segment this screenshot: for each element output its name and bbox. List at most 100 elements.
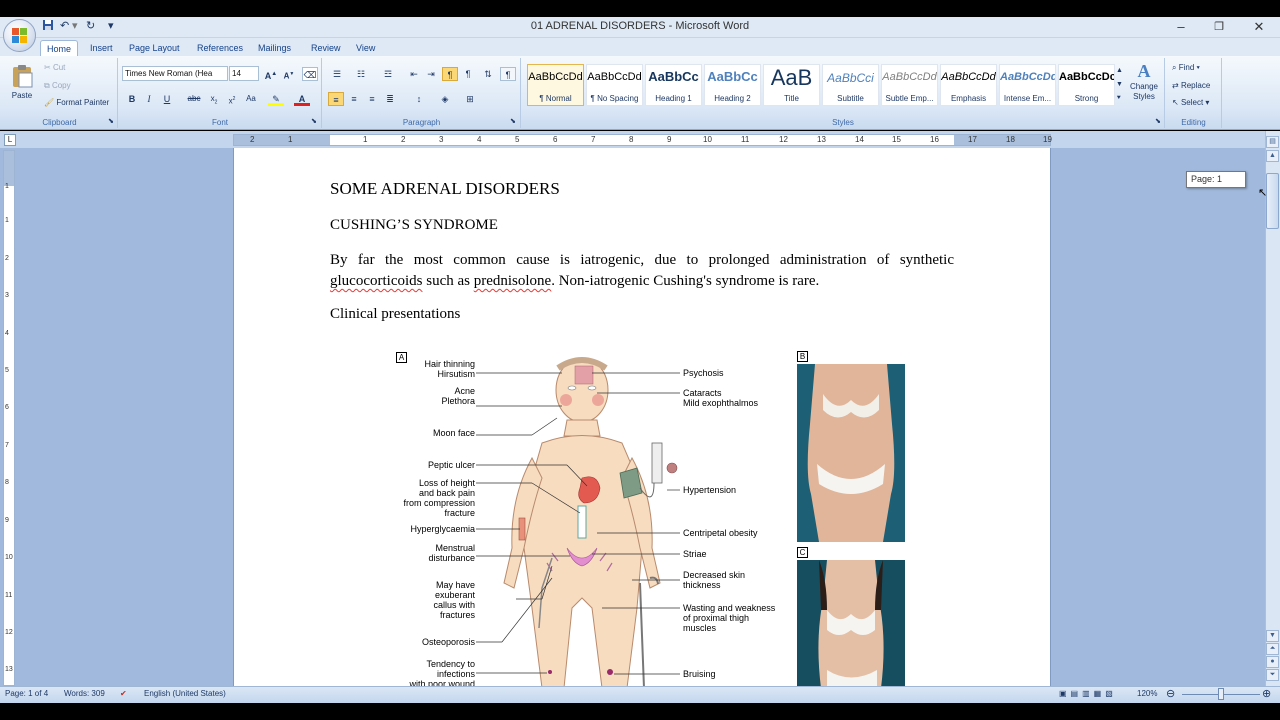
status-words[interactable]: Words: 309	[64, 689, 105, 698]
spelling-error[interactable]: glucocorticoids	[330, 273, 422, 289]
align-center-icon[interactable]: ≡	[346, 92, 362, 106]
style-no-spacing[interactable]: AaBbCcDd ¶ No Spacing	[586, 64, 643, 106]
numbering-icon[interactable]: ☷	[353, 67, 369, 81]
style-name: Heading 1	[655, 94, 692, 103]
justify-icon[interactable]: ≣	[382, 92, 398, 106]
scroll-down-button[interactable]: ▼	[1266, 630, 1279, 642]
italic-icon[interactable]: I	[141, 92, 157, 106]
paragraph-launcher-icon[interactable]: ⬊	[510, 117, 516, 125]
style-heading-1[interactable]: AaBbCc Heading 1	[645, 64, 702, 106]
change-case-icon[interactable]: Aa	[243, 92, 259, 106]
select-icon: ↖	[1172, 98, 1181, 107]
multilevel-list-icon[interactable]: ☲	[380, 67, 396, 81]
ruler-toggle-icon[interactable]: ▤	[1266, 136, 1279, 148]
minimize-button[interactable]: –	[1167, 18, 1195, 36]
select-button[interactable]: ↖ Select ▾	[1172, 98, 1209, 107]
tab-references[interactable]: References	[191, 40, 249, 56]
style-heading-2[interactable]: AaBbCc Heading 2	[704, 64, 761, 106]
tab-mailings[interactable]: Mailings	[252, 40, 297, 56]
cut-button[interactable]: ✂ Cut	[44, 63, 65, 72]
strikethrough-icon[interactable]: abc	[186, 92, 202, 106]
style-subtle-emphasis[interactable]: AaBbCcDd Subtle Emp...	[881, 64, 938, 106]
style-intense-emphasis[interactable]: AaBbCcDd Intense Em...	[999, 64, 1056, 106]
previous-page-button[interactable]: ⏶	[1266, 643, 1279, 655]
tab-review[interactable]: Review	[305, 40, 347, 56]
replace-button[interactable]: ⇄ Replace	[1172, 81, 1210, 90]
highlight-icon[interactable]: ✎	[268, 92, 284, 106]
line-spacing-icon[interactable]: ↕	[411, 92, 427, 106]
zoom-in-button[interactable]: ⊕	[1262, 687, 1271, 700]
label-bruising: Bruising	[683, 669, 716, 679]
change-styles-label: Change Styles	[1129, 82, 1159, 101]
office-button[interactable]	[3, 19, 36, 52]
font-launcher-icon[interactable]: ⬊	[311, 117, 317, 125]
style-subtitle[interactable]: AaBbCci Subtitle	[822, 64, 879, 106]
borders-icon[interactable]: ⊞	[462, 92, 478, 106]
zoom-level[interactable]: 120%	[1137, 689, 1157, 698]
find-button[interactable]: ⌕ Find ▾	[1172, 63, 1200, 73]
align-right-icon[interactable]: ≡	[364, 92, 380, 106]
cushing-figure[interactable]: A B C Hair thinning Hirsutism Acne Pleth…	[392, 348, 912, 689]
style-normal[interactable]: AaBbCcDd ¶ Normal	[527, 64, 584, 106]
browse-object-button[interactable]: ●	[1266, 656, 1279, 668]
tab-view[interactable]: View	[350, 40, 381, 56]
style-strong[interactable]: AaBbCcDc Strong	[1058, 64, 1115, 106]
label-loss-of-height: Loss of height and back pain from compress…	[396, 478, 475, 518]
zoom-slider-thumb[interactable]	[1218, 688, 1224, 700]
editing-group-label: Editing	[1181, 118, 1206, 127]
bullets-icon[interactable]: ☰	[329, 67, 345, 81]
shading-icon[interactable]: ◈	[437, 92, 453, 106]
increase-indent-icon[interactable]: ⇥	[423, 67, 439, 81]
subscript-icon[interactable]: x2	[206, 92, 222, 106]
change-styles-button[interactable]: A Change Styles	[1124, 60, 1164, 112]
tab-selector[interactable]: L	[4, 134, 16, 146]
scissors-icon: ✂	[44, 63, 53, 72]
rtl-icon[interactable]: ¶	[460, 67, 476, 81]
font-size-combo[interactable]: 14	[229, 66, 259, 81]
clear-formatting-icon[interactable]: ⌫	[302, 67, 318, 81]
styles-launcher-icon[interactable]: ⬊	[1155, 117, 1161, 125]
decrease-indent-icon[interactable]: ⇤	[406, 67, 422, 81]
tab-insert[interactable]: Insert	[84, 40, 119, 56]
style-name: Intense Em...	[1003, 94, 1052, 103]
close-button[interactable]: ✕	[1245, 18, 1273, 36]
superscript-icon[interactable]: x2	[224, 92, 240, 106]
spelling-error[interactable]: prednisolone	[474, 273, 551, 289]
label-line: from compression	[403, 498, 475, 508]
tab-page-layout[interactable]: Page Layout	[123, 40, 186, 56]
copy-icon: ⧉	[44, 81, 52, 90]
style-emphasis[interactable]: AaBbCcDd Emphasis	[940, 64, 997, 106]
view-buttons[interactable]: ▣▤▥▦▧	[1059, 689, 1117, 698]
style-title[interactable]: AaB Title	[763, 64, 820, 106]
status-language[interactable]: English (United States)	[144, 689, 226, 698]
underline-icon[interactable]: U	[159, 92, 175, 106]
grow-font-icon[interactable]: A▲	[263, 67, 279, 81]
show-formatting-icon[interactable]: ¶	[500, 67, 516, 81]
document-page[interactable]: SOME ADRENAL DISORDERS CUSHING’S SYNDROM…	[234, 148, 1050, 689]
clipboard-launcher-icon[interactable]: ⬊	[108, 117, 114, 125]
label-striae: Striae	[683, 549, 707, 559]
shrink-font-icon[interactable]: A▼	[281, 67, 297, 81]
sort-icon[interactable]: ⇅	[480, 67, 496, 81]
font-name-combo[interactable]: Times New Roman (Hea	[122, 66, 228, 81]
scroll-thumb[interactable]	[1266, 173, 1279, 229]
zoom-out-button[interactable]: ⊖	[1166, 687, 1175, 700]
tab-home[interactable]: Home	[40, 40, 79, 56]
styles-scroll-icon[interactable]: ▲ ▼ ⯆	[1116, 64, 1123, 106]
bold-icon[interactable]: B	[124, 92, 140, 106]
ruler-number: 5	[515, 135, 520, 144]
status-page[interactable]: Page: 1 of 4	[5, 689, 48, 698]
proofing-icon[interactable]: ✔	[120, 689, 127, 698]
font-color-icon[interactable]: A	[294, 92, 310, 106]
vertical-ruler[interactable]: 1 1 2 3 4 5 6 7 8 9 10 11 12 13	[3, 150, 15, 686]
ltr-icon[interactable]: ¶	[442, 67, 458, 81]
format-painter-button[interactable]: 🖌 Format Painter	[44, 98, 109, 107]
align-left-icon[interactable]: ≡	[328, 92, 344, 106]
restore-button[interactable]: ❐	[1205, 18, 1233, 36]
paste-button[interactable]: Paste	[6, 60, 38, 108]
horizontal-ruler[interactable]: 2 1 1 2 3 4 5 6 7 8 9 10 11 12 13 14 15 16 17 18 19	[233, 134, 1052, 146]
copy-button[interactable]: ⧉ Copy	[44, 81, 71, 91]
next-page-button[interactable]: ⏷	[1266, 669, 1279, 681]
scroll-up-button[interactable]: ▲	[1266, 150, 1279, 162]
label-line: disturbance	[428, 553, 475, 563]
